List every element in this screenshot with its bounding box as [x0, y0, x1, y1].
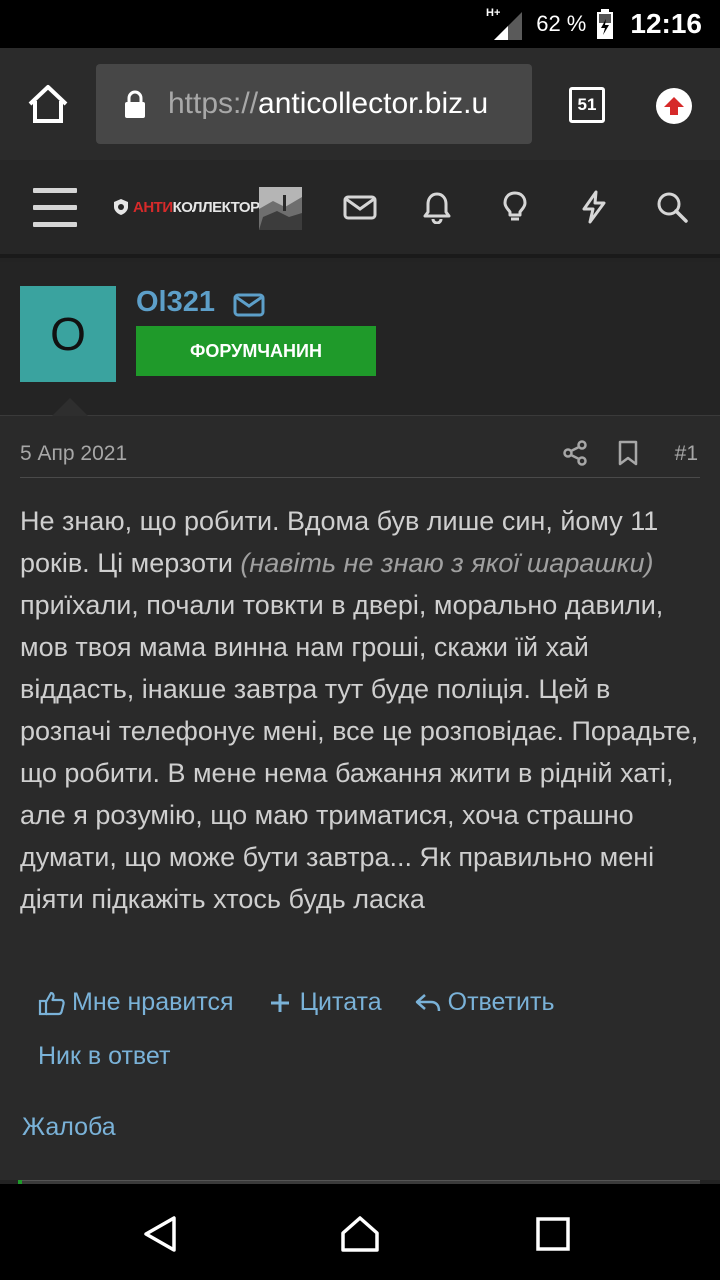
lightning-icon[interactable]	[577, 190, 611, 224]
site-logo[interactable]: АНТИКОЛЛЕКТОР	[113, 198, 260, 216]
post-number[interactable]: #1	[675, 442, 698, 466]
url-host: anticollector.biz.u	[258, 87, 489, 120]
post-text-part-2: приїхали, почали товкти в двері, моральн…	[20, 590, 699, 914]
battery-percent: 62 %	[536, 11, 587, 36]
like-label: Мне нравится	[72, 988, 234, 1016]
post-actions: Мне нравится Цитата Ответить	[38, 988, 555, 1017]
post-meta: 5 Апр 2021 #1	[20, 438, 700, 478]
plus-icon	[270, 993, 289, 1012]
search-icon[interactable]	[655, 190, 689, 224]
back-icon[interactable]	[140, 1214, 180, 1254]
network-type: H+	[486, 7, 500, 19]
quote-label: Цитата	[299, 988, 382, 1016]
url-text: https://anticollector.biz.u	[168, 87, 488, 121]
browser-toolbar: https://anticollector.biz.u 51	[0, 48, 720, 160]
user-avatar[interactable]: O	[20, 286, 116, 382]
signal-icon: H+	[486, 7, 523, 40]
mail-icon[interactable]	[343, 190, 377, 224]
post-date[interactable]: 5 Апр 2021	[20, 442, 127, 466]
shield-icon	[114, 199, 128, 215]
reply-icon	[415, 993, 440, 1011]
logo-suffix: КОЛЛЕКТОР	[172, 198, 261, 216]
system-nav-bar	[0, 1184, 720, 1280]
post-text-italic: (навіть не знаю з якої шарашки)	[240, 548, 654, 578]
menu-icon[interactable]	[33, 188, 77, 228]
quote-button[interactable]: Цитата	[266, 988, 382, 1017]
lightbulb-icon[interactable]	[498, 190, 532, 224]
home-icon[interactable]	[26, 82, 70, 126]
user-title-text: ФОРУМЧАНИН	[190, 340, 322, 361]
clock: 12:16	[630, 8, 702, 39]
share-icon[interactable]	[562, 440, 588, 466]
user-avatar-letter: O	[50, 308, 86, 360]
username[interactable]: Ol321	[136, 286, 215, 319]
thumbs-up-icon	[38, 991, 65, 1015]
logo-prefix: АНТИ	[133, 198, 173, 216]
reply-button[interactable]: Ответить	[414, 988, 555, 1017]
bell-icon[interactable]	[420, 190, 454, 224]
account-avatar[interactable]	[259, 187, 302, 230]
recents-icon[interactable]	[533, 1214, 573, 1254]
user-title-badge: ФОРУМЧАНИН	[136, 326, 376, 376]
arrow-up-icon	[664, 97, 684, 115]
reply-label: Ответить	[447, 988, 555, 1016]
bookmark-icon[interactable]	[617, 440, 639, 466]
home-button-icon[interactable]	[340, 1214, 380, 1254]
post-message: Не знаю, що робити. Вдома був лише син, …	[20, 500, 700, 920]
mail-icon[interactable]	[233, 292, 265, 318]
post-author-block: O Ol321 ФОРУМЧАНИН	[0, 262, 720, 416]
author-pointer	[52, 398, 88, 416]
nick-reply-button[interactable]: Ник в ответ	[38, 1042, 170, 1071]
post-body: 5 Апр 2021 #1 Не знаю, що робити. Вдома …	[0, 416, 720, 1180]
report-link[interactable]: Жалоба	[22, 1113, 116, 1142]
lock-icon	[125, 90, 145, 118]
account-avatar-image	[259, 187, 302, 230]
like-button[interactable]: Мне нравится	[38, 988, 234, 1017]
address-bar[interactable]: https://anticollector.biz.u	[96, 64, 532, 144]
tab-switcher-button[interactable]: 51	[569, 87, 605, 123]
url-scheme: https://	[168, 87, 259, 120]
status-bar-right: H+ 62 % 12:16	[486, 0, 702, 48]
update-button[interactable]	[656, 88, 692, 124]
status-bar: H+ 62 % 12:16	[0, 0, 720, 48]
site-nav: АНТИКОЛЛЕКТОР	[0, 160, 720, 258]
tab-count: 51	[577, 95, 597, 114]
battery-icon	[597, 9, 614, 39]
